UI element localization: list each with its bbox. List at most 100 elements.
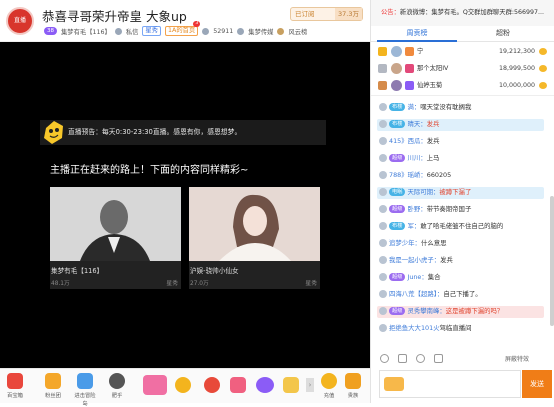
chat-message[interactable]: 788》瑶峤：660205 [379, 170, 451, 181]
homepage-tag-badge: 3 [193, 21, 201, 27]
chat-input[interactable] [379, 370, 521, 398]
streamer-avatar[interactable]: 直播 [6, 7, 34, 35]
chat-message[interactable]: 追梦少年：什么意思 [379, 238, 447, 249]
rank-row[interactable]: 宁 19,212,300 [371, 43, 554, 60]
feipu-label: 肥乎 [111, 393, 123, 399]
tab-super-fans[interactable]: 超粉 [463, 26, 543, 42]
chat-text: 发兵 [426, 137, 440, 145]
avatar [379, 290, 387, 298]
homepage-tag[interactable]: 1A的首页 3 [165, 21, 201, 36]
gift-2-icon[interactable] [175, 377, 191, 393]
treasure-box-icon [7, 373, 23, 389]
gift-6-icon[interactable] [283, 377, 299, 393]
chat-text: 集合 [427, 273, 441, 281]
send-button[interactable]: 发送 [522, 370, 552, 398]
fan-badge: 电眠 [389, 188, 406, 196]
chat-message[interactable]: 布楼 晴天：发兵 [379, 119, 439, 130]
chat-message[interactable]: 415》西瓜：发兵 [379, 136, 440, 147]
chat-text: 被蹲下漏了 [439, 188, 472, 196]
streamer-name[interactable]: 集梦有毛【116】 [61, 27, 111, 36]
chat-list[interactable]: 布楼 满：嘿天堂没有耽搁我 布楼 晴天：发兵 415》西瓜：发兵 超级 川川：上马 78… [371, 100, 547, 340]
chat-message[interactable]: 超级 卧野：带节奏期帝国子 [379, 204, 471, 215]
gift-4-icon[interactable] [230, 377, 246, 393]
gift-record-icon[interactable] [434, 354, 443, 363]
chat-username[interactable]: 川川： [407, 154, 426, 162]
chat-username[interactable]: 我是一起小虎子： [389, 256, 440, 264]
chat-username[interactable]: 卧野： [407, 205, 426, 213]
chat-username[interactable]: 788》瑶峤： [389, 171, 427, 179]
fan-badge: 布楼 [389, 103, 406, 111]
fan-club-icon [45, 373, 61, 389]
rank-score: 19,212,300 [498, 48, 535, 55]
subscribe-button[interactable]: 已订阅 37.3万 [290, 7, 363, 21]
rank-row[interactable]: 仙婷玉菊 10,000,000 [371, 77, 554, 94]
logo-text: 直播 [13, 17, 26, 24]
recharge-button[interactable]: 充值 [318, 373, 340, 399]
avatar [379, 205, 387, 213]
fan-badge: 布楼 [389, 222, 406, 230]
chat-text: 发兵 [426, 120, 440, 128]
gift-5-icon[interactable] [256, 377, 274, 393]
chat-message[interactable]: 超级 June：集合 [379, 272, 441, 283]
adventure-button[interactable]: 进击冒险岛 [72, 373, 98, 407]
chat-username[interactable]: 军： [407, 222, 420, 230]
avatar [379, 273, 387, 281]
chat-message[interactable]: 布楼 满：嘿天堂没有耽搁我 [379, 102, 471, 113]
rank-tabs: 周贡榜 超粉 [371, 26, 554, 42]
chat-username[interactable]: 拒绝鱼大大101火 [389, 324, 440, 332]
treasure-box-button[interactable]: 百宝箱 [4, 373, 26, 399]
guild-name[interactable]: 集梦传媒 [248, 27, 273, 36]
color-icon[interactable] [398, 354, 407, 363]
chat-message[interactable]: 电眠 天际可期：被蹲下漏了 [379, 187, 471, 198]
recommend-card[interactable]: 沪娱-骁帅小仙女 27.0万 星秀 [189, 187, 320, 289]
chat-message[interactable]: 拒绝鱼大大101火驾临直播间 [379, 323, 472, 334]
rank-row[interactable]: 那个太阳IV 18,999,500 [371, 60, 554, 77]
schedule-notice-label: 直播预告 [68, 128, 96, 136]
announcement-text: 新浪微博：集梦有毛。Q交群加群聊天群:566997... [399, 9, 545, 16]
recommend-footer: 27.0万 星秀 [190, 278, 319, 287]
chat-message[interactable]: 超级 川川：上马 [379, 153, 439, 164]
chat-username[interactable]: 满： [407, 103, 420, 111]
gift-next-arrow[interactable]: › [306, 378, 314, 392]
offline-message: 主播正在赶来的路上！下面的内容同样精彩~ [50, 165, 249, 176]
chat-username[interactable]: June： [407, 273, 427, 281]
recommend-name: 集梦有毛【116】 [51, 267, 104, 275]
fan-badge: 超级 [389, 205, 406, 213]
block-effects-toggle[interactable]: 屏蔽特效 [505, 354, 529, 363]
chat-scrollbar[interactable] [550, 196, 554, 326]
chat-username[interactable]: 天际可期： [407, 188, 439, 196]
chat-text: 驾临直播间 [439, 324, 472, 332]
viewers-icon [202, 27, 210, 35]
chat-text: 敢了哈毛佬皱不住自己的脑的 [420, 222, 504, 230]
gift-3-icon[interactable] [204, 377, 220, 393]
feipu-button[interactable]: 肥乎 [106, 373, 128, 399]
chat-username[interactable]: 灵秀攀南峰： [407, 307, 445, 315]
chat-username[interactable]: 追梦少年： [389, 239, 421, 247]
noble-button[interactable]: 贵族 [342, 373, 364, 399]
chat-message[interactable]: 超级 灵秀攀南峰：这是被蹲下漏的吗？ [379, 306, 503, 317]
rank-name: 那个太阳IV [417, 65, 449, 72]
avatar [379, 222, 387, 230]
private-message-link[interactable]: 私信 [126, 27, 139, 36]
fan-club-button[interactable]: 粉丝团 [42, 373, 64, 399]
category-tag[interactable]: 星秀 [142, 26, 161, 36]
tab-weekly-rank[interactable]: 周贡榜 [377, 26, 457, 42]
fan-badge: 超级 [389, 307, 406, 315]
fan-badge-icon[interactable] [384, 377, 404, 391]
recommend-thumbnail [50, 187, 181, 261]
level-badge [405, 47, 414, 56]
gift-1-icon[interactable] [143, 375, 167, 395]
chat-username[interactable]: 四海八荒【超路】： [389, 290, 443, 298]
viewer-count: 52911 [213, 27, 234, 35]
emoji-icon[interactable] [380, 354, 389, 363]
chat-username[interactable]: 415》西瓜： [389, 137, 427, 145]
chat-message[interactable]: 四海八荒【超路】：自己下播了。 [379, 289, 482, 300]
chat-setting-icon[interactable] [416, 354, 425, 363]
rank-crown-icon [378, 47, 387, 56]
chat-message[interactable]: 我是一起小虎子：发兵 [379, 255, 453, 266]
chat-message[interactable]: 布楼 军：敢了哈毛佬皱不住自己的脑的 [379, 221, 503, 232]
chat-username[interactable]: 晴天： [407, 120, 426, 128]
ranking-link[interactable]: 风云榜 [288, 27, 307, 36]
avatar [379, 307, 387, 315]
recommend-card[interactable]: 集梦有毛【116】 48.1万 星秀 [50, 187, 181, 289]
